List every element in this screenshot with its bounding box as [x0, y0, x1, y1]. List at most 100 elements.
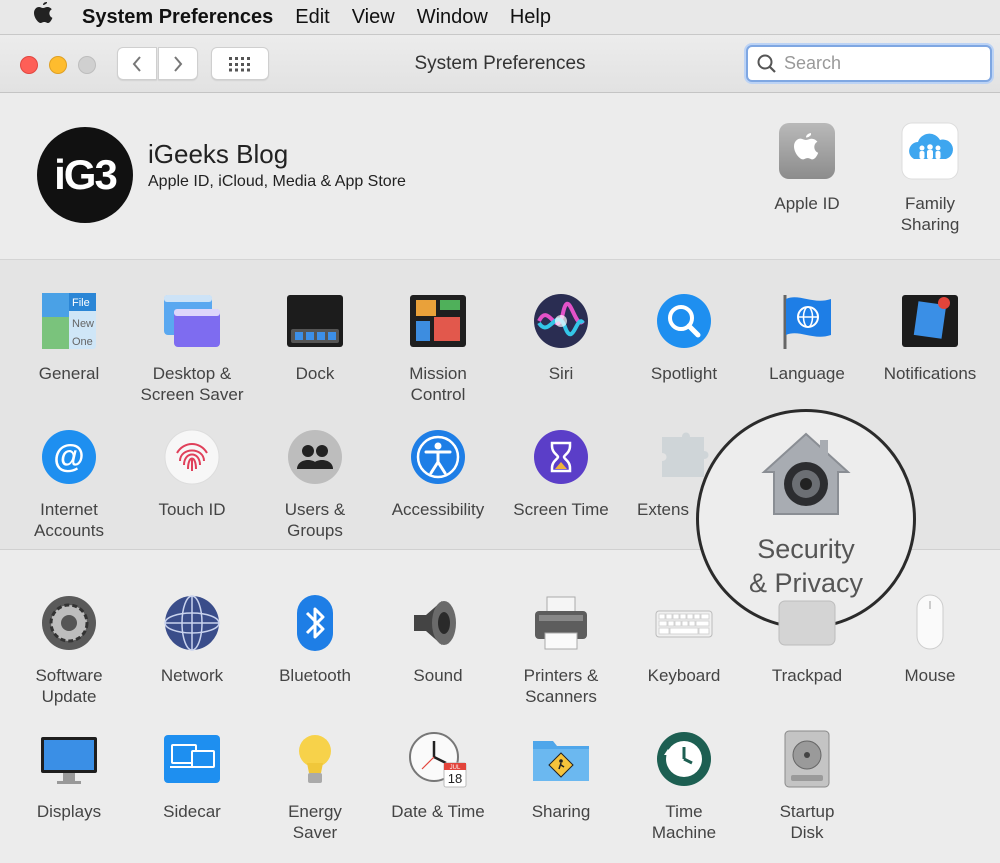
family-sharing-label-line1: Family: [905, 194, 955, 213]
pref-software-update[interactable]: SoftwareUpdate: [8, 593, 130, 707]
apple-icon[interactable]: [28, 2, 58, 32]
pref-general[interactable]: File New One General: [8, 291, 130, 384]
keyboard-label: Keyboard: [648, 666, 721, 685]
sound-icon: [408, 593, 468, 653]
search-icon: [756, 53, 778, 75]
displays-label: Displays: [37, 802, 101, 821]
pref-desktop-screen-saver[interactable]: Desktop & Screen Saver: [131, 291, 253, 405]
software-update-label-line2: Update: [42, 687, 97, 706]
menu-view[interactable]: View: [352, 6, 395, 29]
trackpad-icon: [777, 593, 837, 653]
network-icon: [162, 593, 222, 653]
language-label: Language: [769, 364, 845, 383]
dock-icon: [285, 291, 345, 351]
security-privacy-icon: [756, 422, 856, 522]
avatar[interactable]: iG3: [37, 127, 133, 223]
notifications-icon: [900, 291, 960, 351]
pref-language-region[interactable]: Language: [746, 291, 868, 384]
pref-keyboard[interactable]: Keyboard: [623, 593, 745, 686]
general-icon-text-new: New: [72, 318, 94, 330]
mission-control-label-line2: Control: [411, 385, 466, 404]
date-time-label: Date & Time: [391, 802, 485, 821]
menu-window[interactable]: Window: [417, 6, 488, 29]
bluetooth-label: Bluetooth: [279, 666, 351, 685]
internet-accounts-label-line2: Accounts: [34, 521, 104, 540]
pref-bluetooth[interactable]: Bluetooth: [254, 593, 376, 686]
pref-network[interactable]: Network: [131, 593, 253, 686]
pref-touch-id[interactable]: Touch ID: [131, 427, 253, 520]
startup-disk-label-line2: Disk: [790, 823, 823, 842]
network-label: Network: [161, 666, 223, 685]
window-toolbar: System Preferences Search: [0, 35, 1000, 93]
pref-displays[interactable]: Displays: [8, 729, 130, 822]
mission-control-label-line1: Mission: [409, 364, 467, 383]
desktop-label-line1: Desktop &: [153, 364, 231, 383]
pref-accessibility[interactable]: Accessibility: [377, 427, 499, 520]
extensions-label: Extens: [637, 500, 689, 519]
pref-mouse[interactable]: Mouse: [869, 593, 991, 686]
mission-control-icon: [408, 291, 468, 351]
svg-text:@: @: [53, 438, 84, 474]
general-icon-text-one: One: [72, 336, 93, 348]
printers-label-line1: Printers &: [524, 666, 599, 685]
desktop-label-line2: Screen Saver: [141, 385, 244, 404]
pref-printers-scanners[interactable]: Printers & Scanners: [500, 593, 622, 707]
pref-mission-control[interactable]: Mission Control: [377, 291, 499, 405]
date-time-icon: JUL 18: [408, 729, 468, 789]
spotlight-icon: [654, 291, 714, 351]
general-icon: File New One: [39, 291, 99, 351]
time-machine-label-line2: Machine: [652, 823, 716, 842]
desktop-icon: [162, 291, 222, 351]
dock-label: Dock: [296, 364, 335, 383]
pref-siri[interactable]: Siri: [500, 291, 622, 384]
search-input[interactable]: Search: [746, 45, 992, 82]
startup-disk-label-line1: Startup: [780, 802, 835, 821]
sidecar-label: Sidecar: [163, 802, 221, 821]
startup-disk-icon: [777, 729, 837, 789]
pref-notifications[interactable]: Notifications: [869, 291, 991, 384]
apple-id-icon: [777, 121, 837, 181]
sidecar-icon: [162, 729, 222, 789]
preferences-window: System Preferences Search iG3 iGeeks Blo…: [0, 34, 1000, 863]
pref-sharing[interactable]: Sharing: [500, 729, 622, 822]
mouse-label: Mouse: [904, 666, 955, 685]
pref-trackpad[interactable]: Trackpad: [746, 593, 868, 686]
pref-sound[interactable]: Sound: [377, 593, 499, 686]
calendar-day-text: 18: [448, 771, 462, 786]
pref-energy-saver[interactable]: EnergySaver: [254, 729, 376, 843]
pref-time-machine[interactable]: TimeMachine: [623, 729, 745, 843]
sharing-label: Sharing: [532, 802, 591, 821]
users-label-line2: Groups: [287, 521, 343, 540]
siri-icon: [531, 291, 591, 351]
siri-label: Siri: [549, 364, 574, 383]
menu-app-name[interactable]: System Preferences: [82, 6, 273, 29]
pref-apple-id[interactable]: Apple ID: [746, 121, 868, 214]
security-privacy-label-line1: Security: [757, 534, 855, 564]
menu-edit[interactable]: Edit: [295, 6, 329, 29]
search-placeholder: Search: [784, 53, 841, 74]
pref-sidecar[interactable]: Sidecar: [131, 729, 253, 822]
pref-family-sharing[interactable]: Family Sharing: [869, 121, 991, 235]
energy-saver-label-line1: Energy: [288, 802, 342, 821]
pref-internet-accounts[interactable]: @ Internet Accounts: [8, 427, 130, 541]
pref-spotlight[interactable]: Spotlight: [623, 291, 745, 384]
screen-time-label: Screen Time: [513, 500, 608, 519]
pref-users-groups[interactable]: Users &Groups: [254, 427, 376, 541]
menu-bar: System Preferences Edit View Window Help: [0, 0, 1000, 34]
accessibility-label: Accessibility: [392, 500, 485, 519]
printers-label-line2: Scanners: [525, 687, 597, 706]
pref-date-time[interactable]: JUL 18 Date & Time: [377, 729, 499, 822]
sharing-icon: [531, 729, 591, 789]
pref-startup-disk[interactable]: Startup Disk: [746, 729, 868, 843]
general-label: General: [39, 364, 99, 383]
account-section: iG3 iGeeks Blog Apple ID, iCloud, Media …: [0, 93, 1000, 260]
pref-dock[interactable]: Dock: [254, 291, 376, 384]
family-sharing-label-line2: Sharing: [901, 215, 960, 234]
mouse-icon: [900, 593, 960, 653]
menu-help[interactable]: Help: [510, 6, 551, 29]
bluetooth-icon: [285, 593, 345, 653]
pref-screen-time[interactable]: Screen Time: [500, 427, 622, 520]
internet-accounts-label-line1: Internet: [40, 500, 98, 519]
avatar-logo-text: iG3: [54, 151, 116, 199]
touch-id-label: Touch ID: [158, 500, 225, 519]
